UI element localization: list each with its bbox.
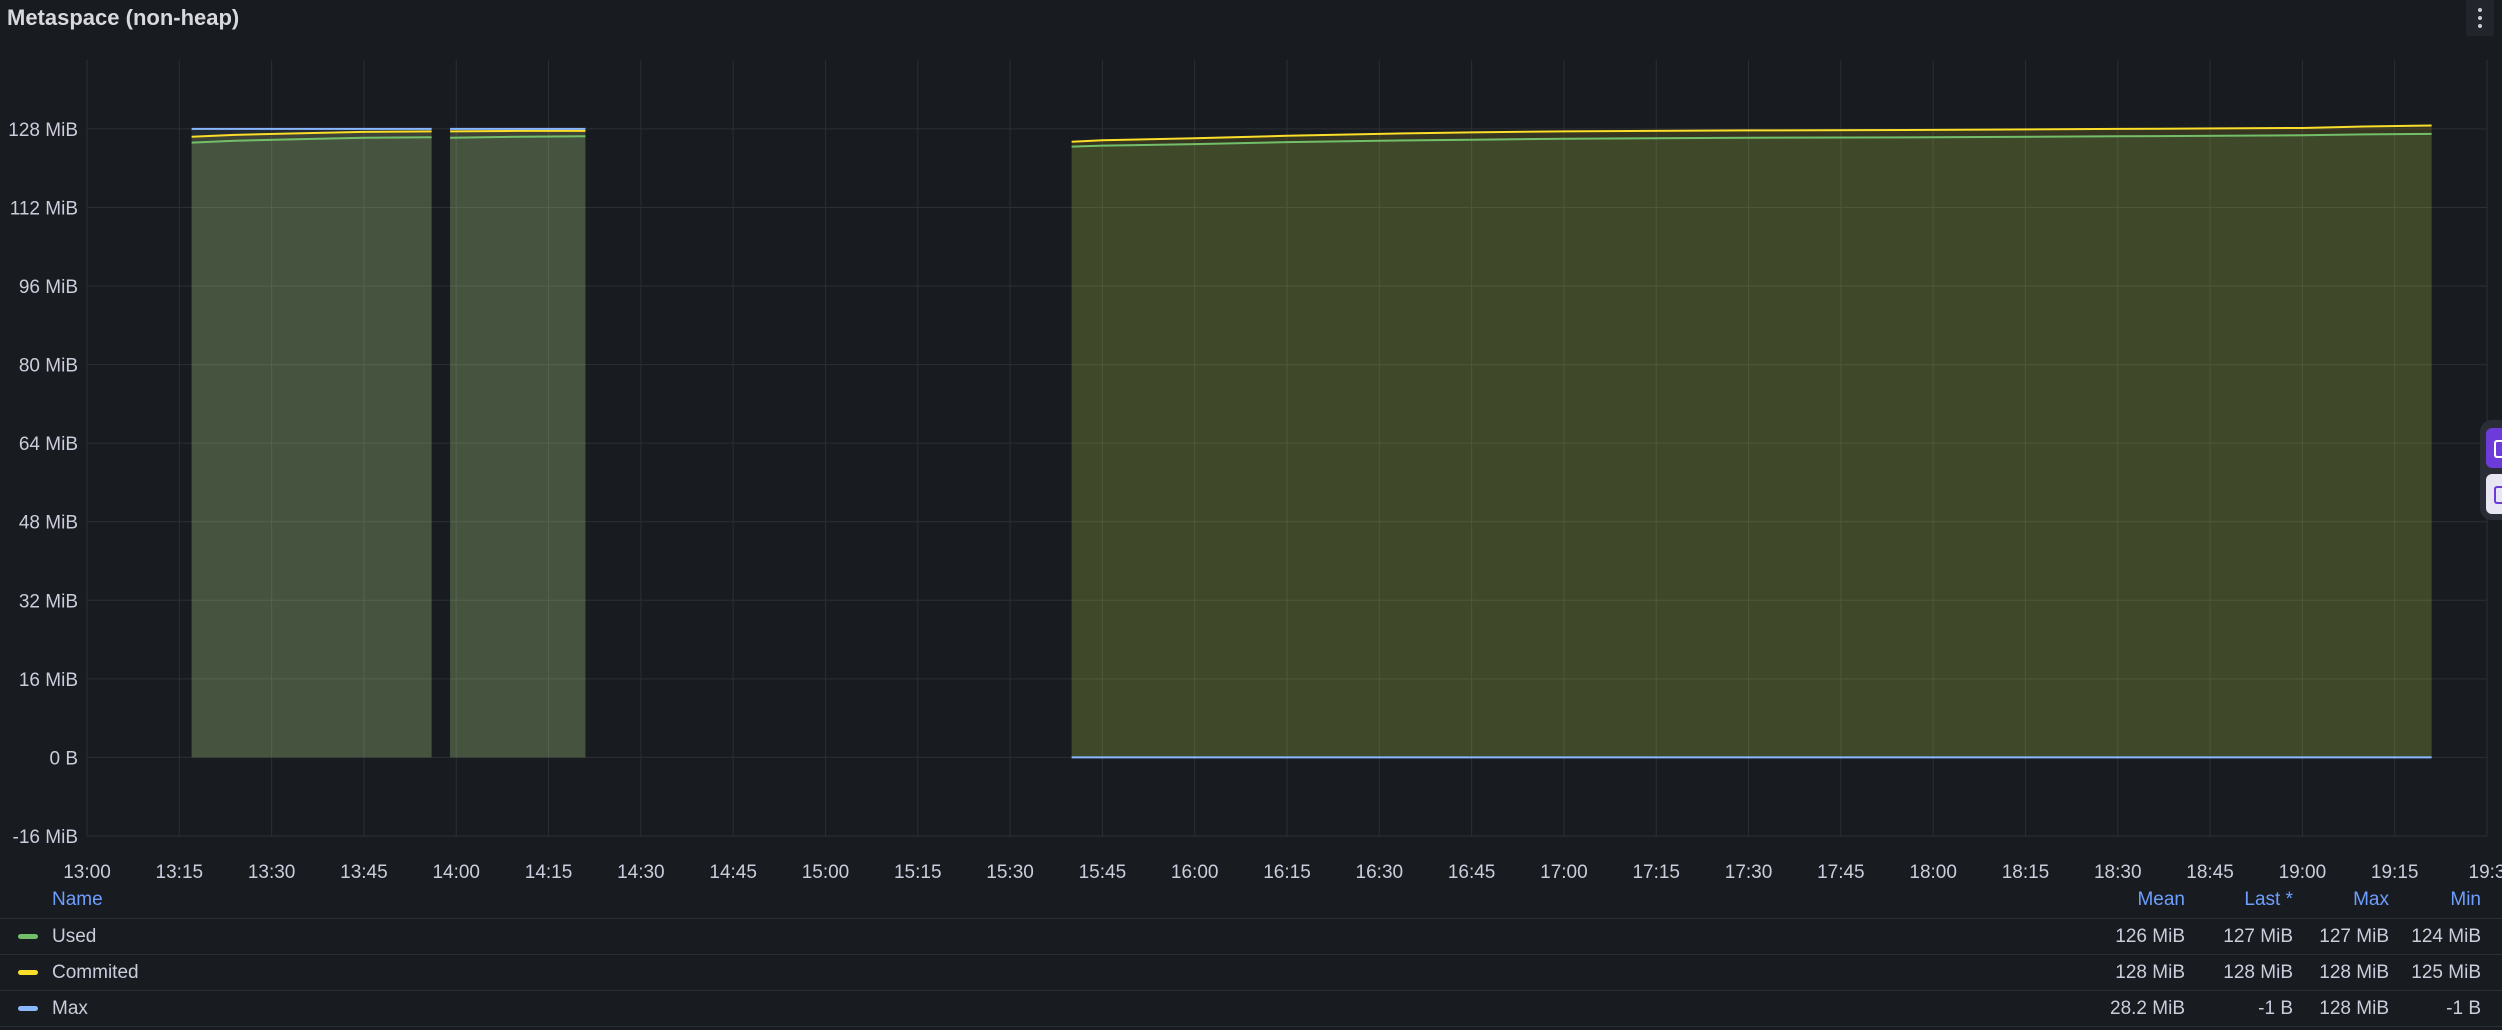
legend-mean-value: 128 MiB xyxy=(2115,962,2185,983)
x-tick-label: 19:3 xyxy=(2469,862,2502,883)
max-color-swatch[interactable] xyxy=(18,1006,38,1011)
commited-color-swatch[interactable] xyxy=(18,970,38,975)
x-tick-label: 18:30 xyxy=(2094,862,2142,883)
used-area xyxy=(1071,133,2432,758)
extension-tool-button[interactable] xyxy=(2486,428,2502,468)
x-tick-label: 14:15 xyxy=(525,862,573,883)
y-axis: -16 MiB 0 B 16 MiB 32 MiB 48 MiB 64 MiB 80 MiB… xyxy=(8,120,78,848)
x-tick-label: 13:15 xyxy=(156,862,204,883)
extension-tool-button[interactable] xyxy=(2486,474,2502,514)
legend-min-value: -1 B xyxy=(2446,998,2481,1019)
legend-max-value: 127 MiB xyxy=(2319,926,2389,947)
legend-last-value: -1 B xyxy=(2258,998,2293,1019)
x-tick-label: 14:30 xyxy=(617,862,665,883)
x-tick-label: 13:30 xyxy=(248,862,296,883)
x-tick-label: 16:45 xyxy=(1448,862,1496,883)
legend-max-value: 128 MiB xyxy=(2319,962,2389,983)
x-tick-label: 18:00 xyxy=(1909,862,1957,883)
series-fills xyxy=(191,125,2432,758)
legend-min-value: 124 MiB xyxy=(2411,926,2481,947)
used-color-swatch[interactable] xyxy=(18,934,38,939)
tool-icon xyxy=(2494,486,2502,504)
x-tick-label: 14:45 xyxy=(709,862,757,883)
x-tick-label: 18:45 xyxy=(2186,862,2234,883)
x-tick-label: 17:00 xyxy=(1540,862,1588,883)
y-tick-label: 96 MiB xyxy=(19,277,78,298)
x-tick-label: 19:15 xyxy=(2371,862,2419,883)
legend-header-max[interactable]: Max xyxy=(2353,884,2389,916)
x-tick-label: 13:45 xyxy=(340,862,388,883)
legend-series-name[interactable]: Used xyxy=(52,919,96,954)
x-tick-label: 18:15 xyxy=(2002,862,2050,883)
legend-row-commited[interactable]: Commited 128 MiB 128 MiB 128 MiB 125 MiB xyxy=(0,955,2502,991)
legend-header-min[interactable]: Min xyxy=(2450,884,2481,916)
legend-min-value: 125 MiB xyxy=(2411,962,2481,983)
y-tick-label: 112 MiB xyxy=(10,198,78,219)
x-tick-label: 14:00 xyxy=(432,862,480,883)
x-tick-label: 13:00 xyxy=(63,862,111,883)
legend-header-mean[interactable]: Mean xyxy=(2137,884,2185,916)
y-tick-label: -16 MiB xyxy=(13,827,78,848)
x-tick-label: 19:00 xyxy=(2279,862,2327,883)
y-tick-label: 128 MiB xyxy=(8,120,78,141)
legend-max-value: 128 MiB xyxy=(2319,998,2389,1019)
y-tick-label: 64 MiB xyxy=(19,434,78,455)
timeseries-chart[interactable]: -16 MiB 0 B 16 MiB 32 MiB 48 MiB 64 MiB 80 MiB… xyxy=(0,0,2502,884)
x-tick-label: 15:15 xyxy=(894,862,942,883)
legend-header-last[interactable]: Last * xyxy=(2244,884,2293,916)
y-tick-label: 32 MiB xyxy=(19,591,78,612)
legend-series-name[interactable]: Commited xyxy=(52,955,139,990)
x-tick-label: 15:30 xyxy=(986,862,1034,883)
x-tick-label: 17:15 xyxy=(1632,862,1680,883)
x-tick-label: 15:00 xyxy=(802,862,850,883)
legend-header-name[interactable]: Name xyxy=(52,884,103,916)
max-area xyxy=(450,128,586,758)
legend-mean-value: 126 MiB xyxy=(2115,926,2185,947)
legend-last-value: 127 MiB xyxy=(2223,926,2293,947)
legend-last-value: 128 MiB xyxy=(2223,962,2293,983)
x-tick-label: 17:30 xyxy=(1725,862,1773,883)
max-area xyxy=(191,128,432,758)
x-tick-label: 16:15 xyxy=(1263,862,1311,883)
legend-mean-value: 28.2 MiB xyxy=(2110,998,2185,1019)
x-axis: 13:00 13:15 13:30 13:45 14:00 14:15 14:30 14:45… xyxy=(63,862,2502,883)
x-tick-label: 15:45 xyxy=(1079,862,1127,883)
side-toolbar xyxy=(2480,420,2502,520)
y-tick-label: 80 MiB xyxy=(19,356,78,377)
y-tick-label: 0 B xyxy=(49,748,78,769)
x-tick-label: 16:00 xyxy=(1171,862,1219,883)
legend-header: Name Mean Last * Max Min xyxy=(0,884,2502,919)
y-tick-label: 48 MiB xyxy=(19,513,78,534)
legend-row-max[interactable]: Max 28.2 MiB -1 B 128 MiB -1 B xyxy=(0,991,2502,1027)
x-tick-label: 17:45 xyxy=(1817,862,1865,883)
legend-series-name[interactable]: Max xyxy=(52,991,88,1026)
legend-row-used[interactable]: Used 126 MiB 127 MiB 127 MiB 124 MiB xyxy=(0,919,2502,955)
x-tick-label: 16:30 xyxy=(1356,862,1404,883)
legend-table: Name Mean Last * Max Min Used 126 MiB 12… xyxy=(0,884,2502,1027)
tool-icon xyxy=(2494,440,2502,458)
y-tick-label: 16 MiB xyxy=(19,670,78,691)
